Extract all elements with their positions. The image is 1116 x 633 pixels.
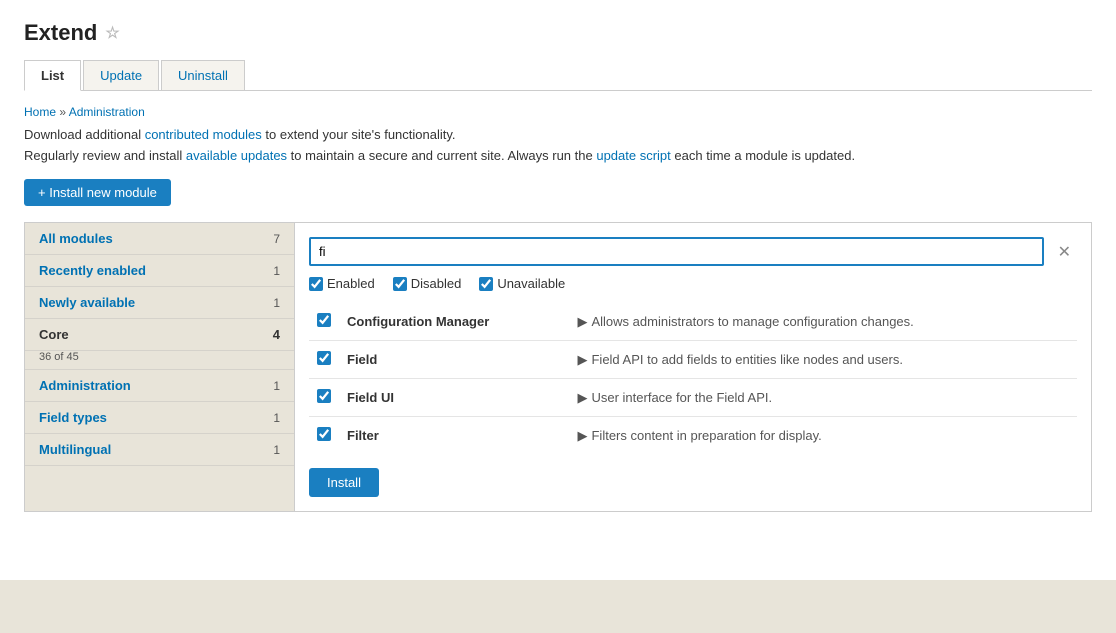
module-desc-field: ▶Field API to add fields to entities lik… (569, 341, 1077, 379)
search-clear-button[interactable]: ✕ (1052, 240, 1077, 264)
search-input[interactable] (309, 237, 1044, 266)
sidebar-administration-label: Administration (39, 378, 131, 393)
sidebar-all-modules-count: 7 (273, 232, 280, 246)
sidebar-item-multilingual[interactable]: Multilingual 1 (25, 434, 294, 466)
sidebar-group-core[interactable]: Core 4 (25, 319, 294, 351)
desc1-suffix: to extend your site's functionality. (262, 127, 456, 142)
available-updates-link[interactable]: available updates (186, 148, 287, 163)
table-row: Field ▶Field API to add fields to entiti… (309, 341, 1077, 379)
module-cb-config (309, 303, 339, 341)
desc2-suffix: each time a module is updated. (671, 148, 855, 163)
sidebar-field-types-count: 1 (273, 411, 280, 425)
module-cb-filter (309, 417, 339, 455)
module-name-field-ui: Field UI (339, 379, 569, 417)
table-row: Field UI ▶User interface for the Field A… (309, 379, 1077, 417)
content-area: Extend ☆ List Update Uninstall Home » Ad… (0, 0, 1116, 580)
sidebar-field-types-label: Field types (39, 410, 107, 425)
filter-enabled-label: Enabled (327, 276, 375, 291)
sidebar-core-count: 4 (273, 327, 280, 342)
sidebar-core-sub: 36 of 45 (25, 351, 294, 370)
filter-enabled[interactable]: Enabled (309, 276, 375, 291)
description-line1: Download additional contributed modules … (24, 127, 1092, 142)
module-cb-field-ui (309, 379, 339, 417)
contributed-modules-link[interactable]: contributed modules (145, 127, 262, 142)
breadcrumb-separator: » (59, 105, 66, 119)
filter-disabled-checkbox[interactable] (393, 277, 407, 291)
tab-uninstall[interactable]: Uninstall (161, 60, 245, 90)
content-panel: ✕ Enabled Disabled Unavailable (294, 222, 1092, 512)
update-script-link[interactable]: update script (596, 148, 670, 163)
desc1-prefix: Download additional (24, 127, 145, 142)
breadcrumb-current[interactable]: Administration (69, 105, 145, 119)
tab-update[interactable]: Update (83, 60, 159, 90)
star-icon[interactable]: ☆ (105, 23, 119, 43)
breadcrumb: Home » Administration (24, 105, 1092, 119)
module-desc-filter: ▶Filters content in preparation for disp… (569, 417, 1077, 455)
module-name-field: Field (339, 341, 569, 379)
tabs-bar: List Update Uninstall (24, 60, 1092, 91)
breadcrumb-home[interactable]: Home (24, 105, 56, 119)
page-wrapper: Extend ☆ List Update Uninstall Home » Ad… (0, 0, 1116, 633)
module-checkbox-config-manager[interactable] (317, 313, 331, 327)
sidebar-multilingual-label: Multilingual (39, 442, 111, 457)
module-name-config-manager: Configuration Manager (339, 303, 569, 341)
filter-unavailable[interactable]: Unavailable (479, 276, 565, 291)
page-title: Extend (24, 20, 97, 46)
install-new-module-button[interactable]: + Install new module (24, 179, 171, 206)
main-layout: All modules 7 Recently enabled 1 Newly a… (24, 222, 1092, 512)
module-cb-field (309, 341, 339, 379)
module-desc-config-manager: ▶Allows administrators to manage configu… (569, 303, 1077, 341)
filter-disabled[interactable]: Disabled (393, 276, 462, 291)
desc2-prefix: Regularly review and install (24, 148, 186, 163)
module-checkbox-filter[interactable] (317, 427, 331, 441)
sidebar-recently-enabled-count: 1 (273, 264, 280, 278)
sidebar: All modules 7 Recently enabled 1 Newly a… (24, 222, 294, 512)
sidebar-item-administration[interactable]: Administration 1 (25, 370, 294, 402)
filter-unavailable-label: Unavailable (497, 276, 565, 291)
sidebar-item-all-modules[interactable]: All modules 7 (25, 223, 294, 255)
table-row: Configuration Manager ▶Allows administra… (309, 303, 1077, 341)
module-name-filter: Filter (339, 417, 569, 455)
filter-disabled-label: Disabled (411, 276, 462, 291)
sidebar-multilingual-count: 1 (273, 443, 280, 457)
sidebar-newly-available-label: Newly available (39, 295, 135, 310)
sidebar-item-field-types[interactable]: Field types 1 (25, 402, 294, 434)
filter-unavailable-checkbox[interactable] (479, 277, 493, 291)
desc2-middle: to maintain a secure and current site. A… (287, 148, 596, 163)
sidebar-core-label: Core (39, 327, 69, 342)
module-checkbox-field[interactable] (317, 351, 331, 365)
filter-enabled-checkbox[interactable] (309, 277, 323, 291)
module-desc-field-ui: ▶User interface for the Field API. (569, 379, 1077, 417)
install-button[interactable]: Install (309, 468, 379, 497)
sidebar-item-recently-enabled[interactable]: Recently enabled 1 (25, 255, 294, 287)
sidebar-administration-count: 1 (273, 379, 280, 393)
sidebar-all-modules-label: All modules (39, 231, 113, 246)
sidebar-recently-enabled-label: Recently enabled (39, 263, 146, 278)
module-checkbox-field-ui[interactable] (317, 389, 331, 403)
description-line2: Regularly review and install available u… (24, 148, 1092, 163)
filter-row: Enabled Disabled Unavailable (309, 276, 1077, 291)
sidebar-newly-available-count: 1 (273, 296, 280, 310)
page-title-row: Extend ☆ (24, 20, 1092, 46)
sidebar-item-newly-available[interactable]: Newly available 1 (25, 287, 294, 319)
table-row: Filter ▶Filters content in preparation f… (309, 417, 1077, 455)
search-row: ✕ (309, 237, 1077, 266)
module-table: Configuration Manager ▶Allows administra… (309, 303, 1077, 454)
tab-list[interactable]: List (24, 60, 81, 91)
